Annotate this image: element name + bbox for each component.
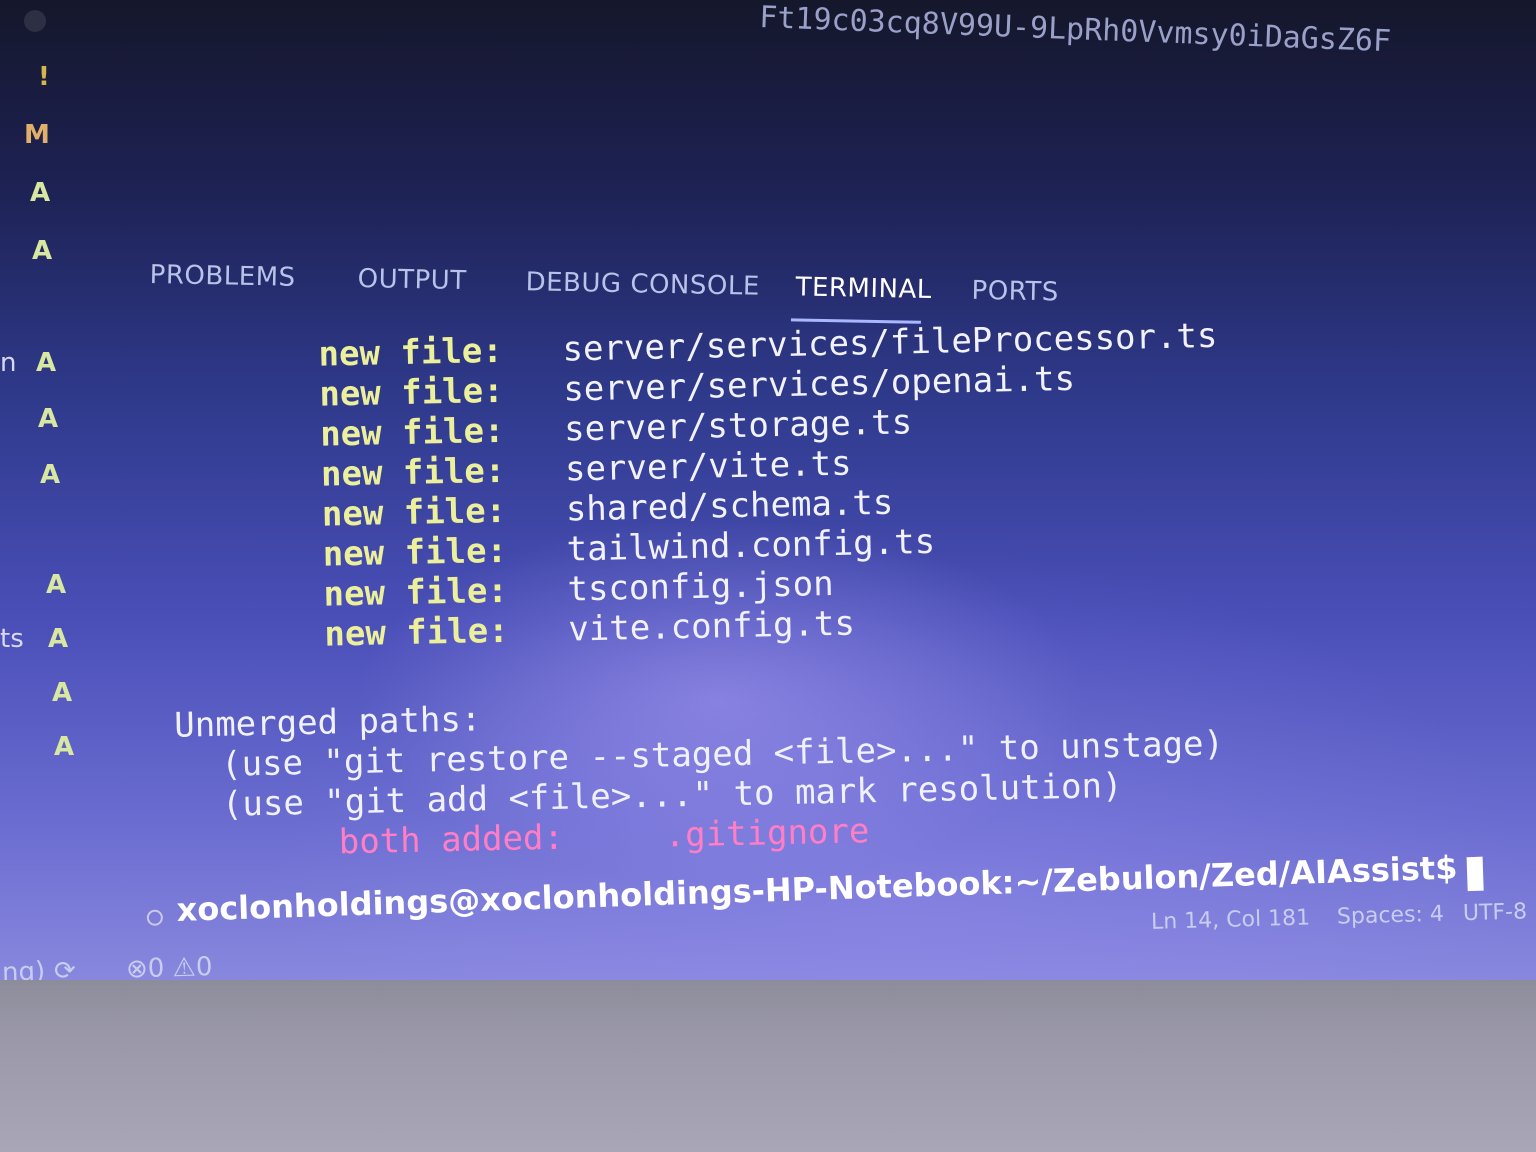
- terminal-line: new file: server/storage.ts: [319, 402, 913, 455]
- file-path: tailwind.config.ts: [566, 521, 936, 570]
- indentation-setting[interactable]: Spaces: 4: [1337, 902, 1445, 930]
- gutter-modified-mark: M: [24, 120, 50, 150]
- terminal-line: new file: shared/schema.ts: [321, 483, 893, 535]
- tab-problems[interactable]: PROBLEMS: [149, 260, 295, 293]
- window-control-dot[interactable]: [24, 10, 46, 32]
- conflict-file: .gitignore: [664, 811, 870, 856]
- tab-debug-console[interactable]: DEBUG CONSOLE: [525, 267, 760, 301]
- file-path: server/services/fileProcessor.ts: [562, 315, 1218, 370]
- warning-count: 0: [195, 952, 213, 983]
- terminal-line: new file: tailwind.config.ts: [322, 522, 935, 575]
- file-path: vite.config.ts: [567, 603, 856, 650]
- tab-output[interactable]: OUTPUT: [357, 264, 467, 296]
- file-path: server/vite.ts: [564, 443, 852, 490]
- new-file-label: new file:: [323, 570, 509, 615]
- terminal-line: new file: server/services/openai.ts: [318, 359, 1075, 415]
- gutter-added-mark: A: [52, 678, 73, 708]
- encoding-setting[interactable]: UTF-8: [1463, 899, 1528, 926]
- gutter-added-mark: A: [32, 236, 53, 266]
- gutter-added-mark: A: [40, 460, 61, 490]
- file-path: shared/schema.ts: [565, 482, 894, 530]
- gutter-added-mark: A: [36, 348, 57, 378]
- file-path: server/storage.ts: [563, 402, 913, 450]
- gutter-added-mark: A: [48, 624, 69, 654]
- gutter-edge-text: n: [0, 348, 17, 378]
- unmerged-header: Unmerged paths:: [173, 699, 482, 746]
- new-file-label: new file:: [322, 530, 508, 575]
- new-file-label: new file:: [323, 610, 510, 655]
- terminal-line: new file: server/services/fileProcessor.…: [318, 316, 1218, 375]
- monitor-bezel: [0, 980, 1536, 1152]
- gutter-added-mark: A: [38, 404, 59, 434]
- tab-ports[interactable]: PORTS: [971, 276, 1059, 308]
- editor-top-text: Ft19c03cq8V99U-9LpRh0Vvmsy0iDaGsZ6F: [758, 0, 1392, 60]
- file-path: tsconfig.json: [567, 563, 834, 610]
- tab-terminal[interactable]: TERMINAL: [795, 272, 932, 305]
- new-file-label: new file:: [318, 330, 504, 375]
- conflict-line: both added: .gitignore: [338, 811, 869, 863]
- terminal-output[interactable]: new file: server/services/fileProcessor.…: [160, 307, 1273, 950]
- gutter-added-mark: A: [54, 732, 75, 762]
- gutter-added-mark: A: [46, 570, 67, 600]
- gutter-warning-mark: !: [38, 62, 50, 92]
- new-file-label: new file:: [318, 370, 505, 415]
- conflict-label: both added:: [338, 817, 565, 863]
- new-file-label: new file:: [321, 490, 507, 535]
- new-file-label: new file:: [319, 410, 505, 455]
- cursor-position[interactable]: Ln 14, Col 181: [1151, 905, 1311, 934]
- terminal-line: new file: tsconfig.json: [323, 564, 834, 615]
- vscode-window: Ft19c03cq8V99U-9LpRh0Vvmsy0iDaGsZ6F ! M …: [0, 0, 1536, 1000]
- new-file-label: new file:: [320, 450, 506, 495]
- terminal-line: new file: vite.config.ts: [323, 604, 855, 655]
- terminal-line: new file: server/vite.ts: [320, 444, 852, 495]
- gutter-edge-text: ts: [0, 624, 24, 654]
- gutter-added-mark: A: [30, 178, 51, 208]
- warning-icon: ⚠: [172, 952, 197, 984]
